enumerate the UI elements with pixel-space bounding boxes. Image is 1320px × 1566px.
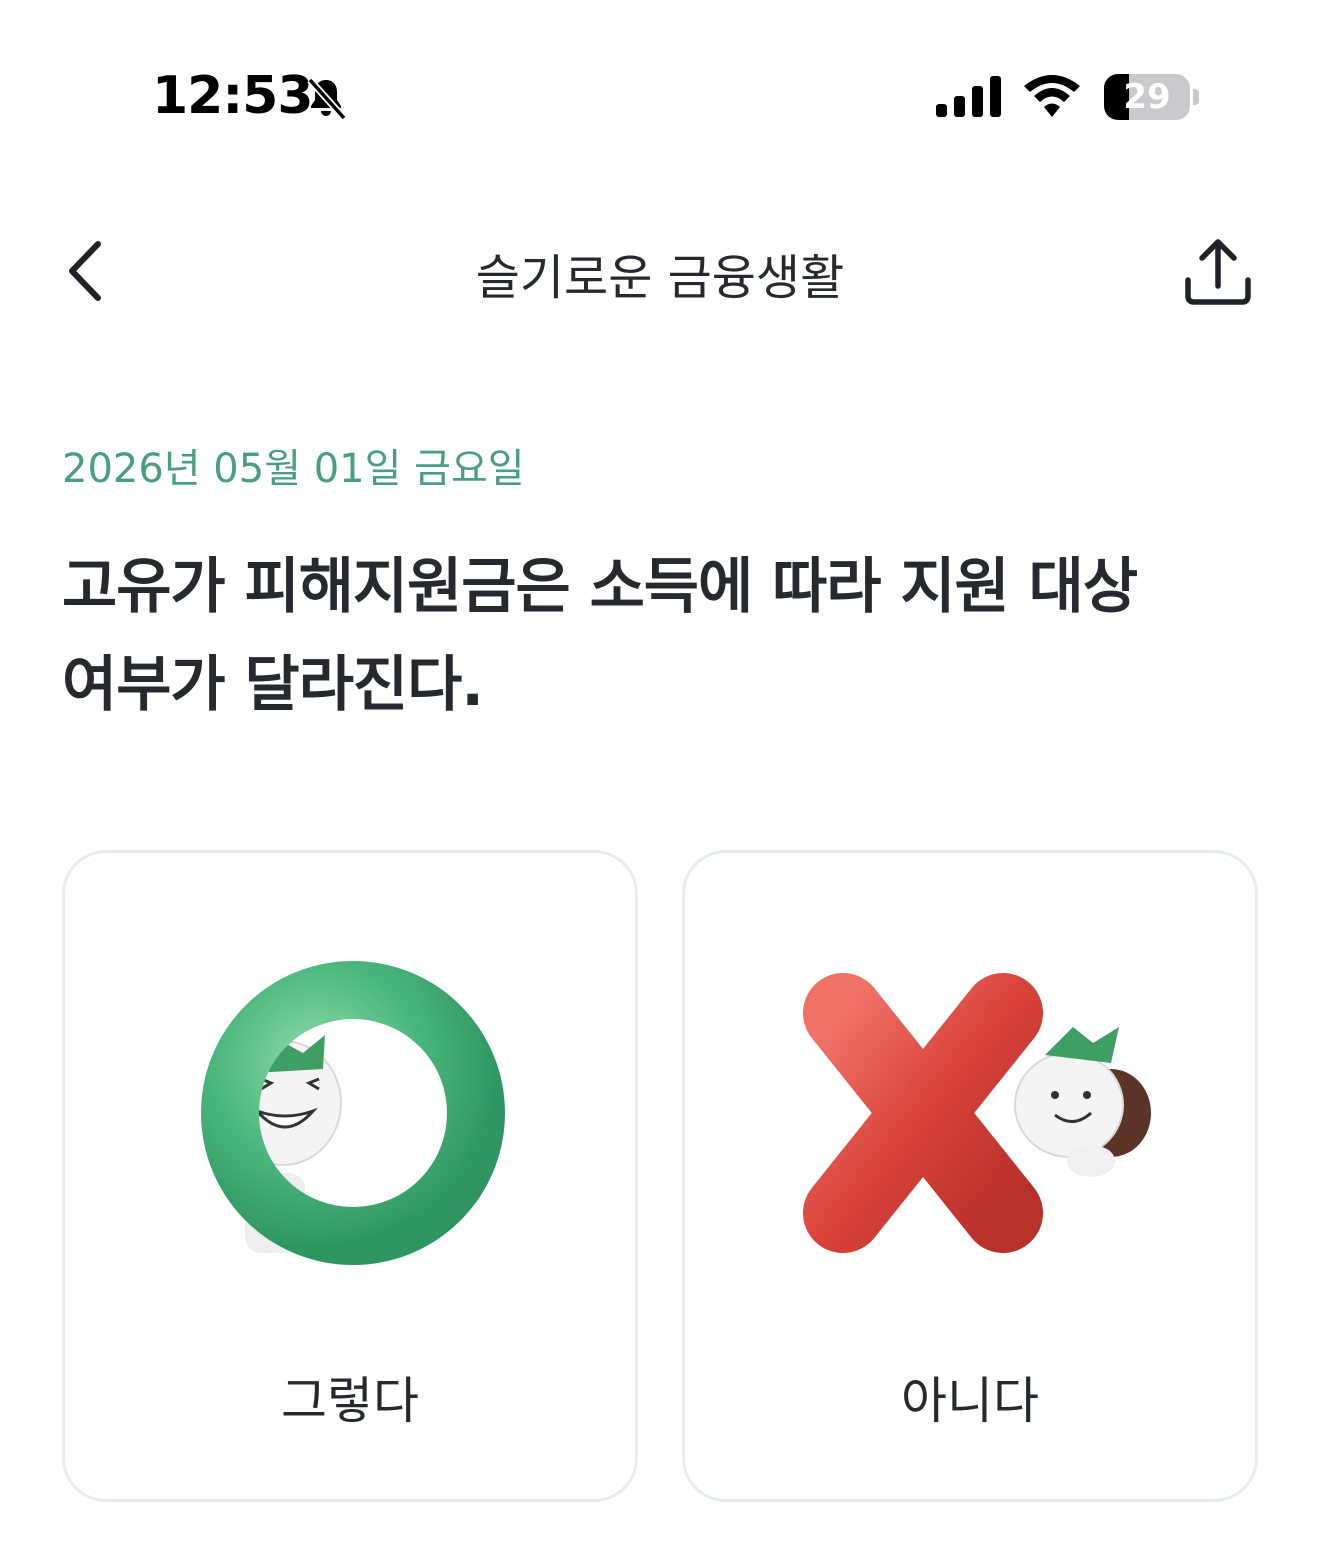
page-title: 슬기로운 금융생활 <box>475 250 845 306</box>
answer-yes-button[interactable]: 그렇다 <box>62 850 638 1502</box>
battery-indicator: 29 <box>1104 74 1200 120</box>
bell-off-icon <box>307 77 347 121</box>
o-mark-character-icon <box>201 961 505 1265</box>
quiz-question-line-2: 여부가 달라진다. <box>62 650 484 720</box>
x-mark-character-icon <box>803 973 1151 1253</box>
status-time: 12:53 <box>152 66 314 126</box>
battery-body: 29 <box>1104 74 1190 120</box>
share-button[interactable] <box>1172 230 1264 316</box>
cellular-signal-icon <box>936 76 1001 117</box>
answer-no-button[interactable]: 아니다 <box>682 850 1258 1502</box>
share-icon <box>1185 239 1251 305</box>
battery-tip <box>1193 89 1199 105</box>
navigation-bar: 슬기로운 금융생활 <box>0 200 1320 350</box>
quiz-question: 고유가 피해지원금은 소득에 따라 지원 대상 여부가 달라진다. <box>62 538 1262 734</box>
battery-percentage: 29 <box>1123 77 1171 117</box>
quiz-date: 2026년 05월 01일 금요일 <box>62 446 525 492</box>
answer-no-label: 아니다 <box>901 1372 1039 1430</box>
answer-yes-label: 그렇다 <box>281 1372 419 1430</box>
status-bar: 12:53 29 <box>0 0 1320 190</box>
quiz-question-line-1: 고유가 피해지원금은 소득에 따라 지원 대상 <box>62 552 1138 622</box>
wifi-icon <box>1024 75 1080 117</box>
